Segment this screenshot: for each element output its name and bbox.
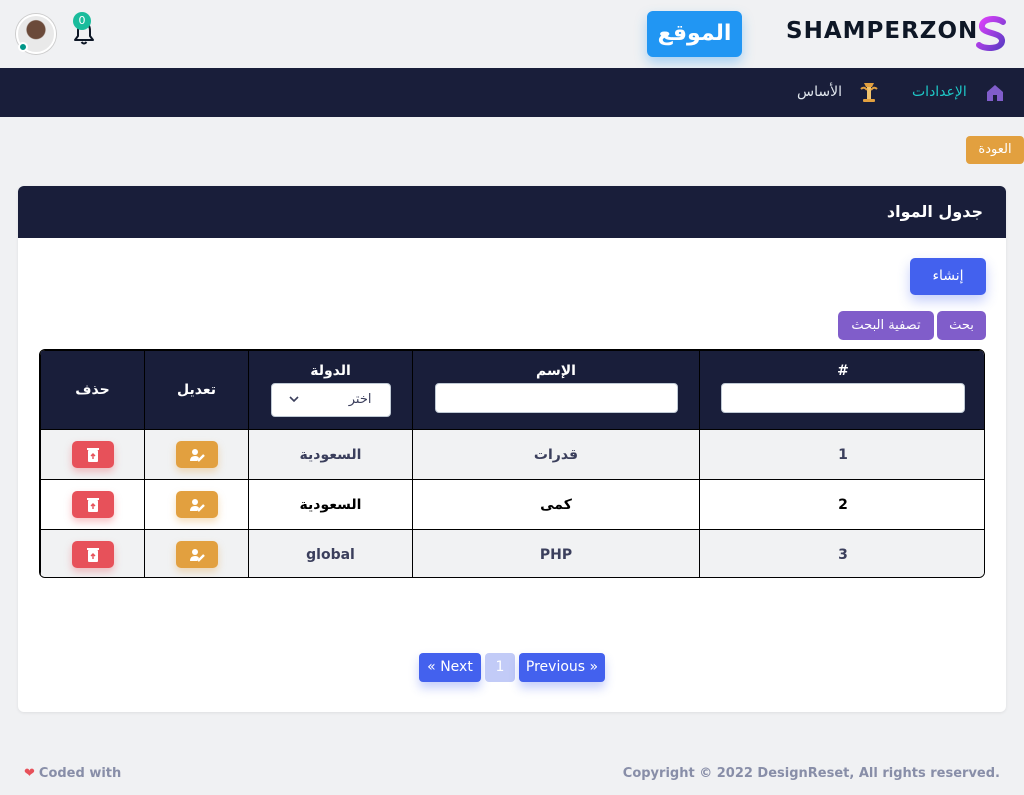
delete-cell (40, 429, 145, 480)
col-edit: تعديل (144, 350, 249, 430)
col-name: الإسم (412, 350, 700, 430)
brand-name[interactable]: SHAMPERZON (786, 18, 978, 44)
col-delete-label: حذف (75, 382, 110, 398)
country-filter-select[interactable]: اختر (270, 383, 391, 417)
delete-button[interactable] (71, 441, 114, 468)
table-row: السعودية كمى 2 (40, 479, 984, 530)
trash-icon (86, 448, 99, 462)
edit-cell (144, 529, 249, 577)
main-navbar: الإعدادات الأساس (0, 68, 1024, 117)
delete-cell (40, 529, 145, 577)
trash-icon (86, 548, 99, 562)
country-cell: السعودية (248, 429, 413, 480)
col-number: # (699, 350, 984, 430)
footer-coded-with: ❤ Coded with (24, 766, 121, 781)
home-icon[interactable] (985, 83, 1005, 103)
name-cell: كمى (412, 479, 700, 530)
pagination-previous[interactable]: Previous » (519, 653, 605, 682)
edit-button[interactable] (175, 491, 218, 518)
table-header-row: حذف تعديل الدولة اختر الإسم # (40, 350, 984, 430)
materials-table: حذف تعديل الدولة اختر الإسم # السعودية ق… (39, 349, 985, 578)
col-delete: حذف (40, 350, 145, 430)
table-row: global PHP 3 (40, 529, 984, 577)
brand-logo-icon[interactable] (975, 16, 1009, 52)
country-cell: السعودية (248, 479, 413, 530)
foundation-icon[interactable] (858, 81, 880, 105)
user-edit-icon (189, 549, 205, 562)
edit-cell (144, 479, 249, 530)
delete-cell (40, 479, 145, 530)
card-header: جدول المواد (18, 186, 1006, 238)
col-country: الدولة اختر (248, 350, 413, 430)
nav-item-settings[interactable]: الإعدادات (912, 68, 967, 117)
create-button[interactable]: إنشاء (910, 258, 986, 295)
chevron-down-icon (288, 396, 299, 403)
pagination-page-1[interactable]: 1 (485, 653, 515, 682)
number-cell: 2 (699, 479, 984, 530)
name-filter-input[interactable] (434, 383, 678, 413)
edit-button[interactable] (175, 541, 218, 568)
filter-button[interactable]: تصفية البحث (838, 311, 934, 340)
number-cell: 3 (699, 529, 984, 577)
col-edit-label: تعديل (177, 382, 216, 398)
trash-icon (86, 498, 99, 512)
number-filter-input[interactable] (721, 383, 965, 413)
country-cell: global (248, 529, 413, 577)
pagination-next[interactable]: « Next (419, 653, 481, 682)
col-name-label: الإسم (536, 363, 576, 379)
notification-badge: 0 (73, 12, 91, 30)
footer-copyright: Copyright © 2022 DesignReset, All rights… (622, 766, 1000, 781)
number-cell: 1 (699, 429, 984, 480)
edit-cell (144, 429, 249, 480)
edit-button[interactable] (175, 441, 218, 468)
top-header: 0 الموقع SHAMPERZON (0, 0, 1024, 68)
delete-button[interactable] (71, 541, 114, 568)
site-button[interactable]: الموقع (647, 11, 742, 57)
user-edit-icon (189, 499, 205, 512)
name-cell: قدرات (412, 429, 700, 480)
nav-item-basic[interactable]: الأساس (797, 68, 842, 117)
materials-card: جدول المواد إنشاء بحث تصفية البحث حذف تع… (18, 186, 1006, 712)
online-status-dot (18, 42, 28, 52)
search-button[interactable]: بحث (937, 311, 986, 340)
col-country-label: الدولة (310, 363, 351, 379)
country-filter-value: اختر (348, 392, 372, 407)
heart-icon: ❤ (24, 766, 35, 781)
delete-button[interactable] (71, 491, 114, 518)
footer-left-text: Coded with (38, 766, 122, 781)
back-button[interactable]: العودة (966, 136, 1024, 164)
col-number-label: # (837, 363, 849, 379)
user-edit-icon (189, 449, 205, 462)
name-cell: PHP (412, 529, 700, 577)
table-row: السعودية قدرات 1 (40, 429, 984, 480)
card-title: جدول المواد (886, 202, 983, 221)
